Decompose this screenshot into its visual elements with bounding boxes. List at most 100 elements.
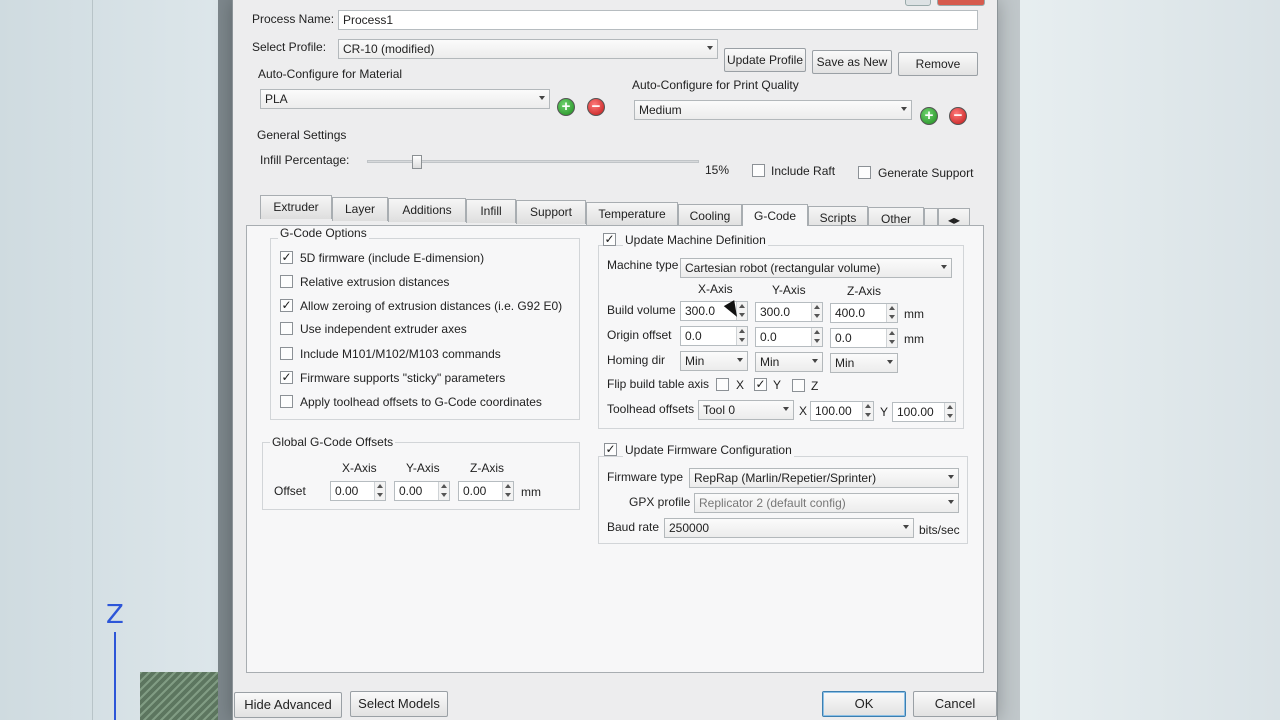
origin-offset-unit: mm: [904, 332, 924, 346]
cancel-button[interactable]: Cancel: [913, 691, 997, 717]
infill-percentage-label: Infill Percentage:: [260, 153, 350, 167]
chevron-down-icon: [539, 96, 545, 100]
offset-y-value: 0.00: [399, 484, 423, 498]
spinner-arrows-icon[interactable]: [811, 303, 822, 321]
update-profile-button[interactable]: Update Profile: [724, 48, 806, 72]
homing-x-value: Min: [685, 354, 705, 368]
offset-label: Offset: [274, 484, 306, 498]
include-raft-checkbox[interactable]: [752, 164, 765, 177]
offset-z-value: 0.00: [463, 484, 487, 498]
generate-support-checkbox[interactable]: [858, 166, 871, 179]
offset-y-axis-label: Y-Axis: [406, 461, 440, 475]
tool-x-input[interactable]: 100.00: [810, 401, 874, 421]
origin-y-input[interactable]: 0.0: [755, 327, 823, 347]
gpx-profile-value: Replicator 2 (default config): [699, 496, 846, 510]
machine-type-select[interactable]: Cartesian robot (rectangular volume): [680, 258, 952, 278]
tab-infill[interactable]: Infill: [466, 199, 516, 223]
spinner-arrows-icon[interactable]: [886, 304, 897, 322]
hide-advanced-button[interactable]: Hide Advanced: [234, 692, 342, 718]
offset-z-input[interactable]: 0.00: [458, 481, 514, 501]
spinner-arrows-icon[interactable]: [811, 328, 822, 346]
chevron-down-icon: [948, 500, 954, 504]
offset-z-axis-label: Z-Axis: [470, 461, 504, 475]
build-volume-z-input[interactable]: 400.0: [830, 303, 898, 323]
material-select[interactable]: PLA: [260, 89, 550, 109]
close-button[interactable]: [937, 0, 985, 6]
gcode-option-label: 5D firmware (include E-dimension): [300, 251, 485, 265]
homing-y-value: Min: [760, 355, 780, 369]
update-firmware-checkbox[interactable]: ✓: [604, 443, 617, 456]
quality-label: Auto-Configure for Print Quality: [632, 78, 799, 92]
origin-x-input[interactable]: 0.0: [680, 326, 748, 346]
spinner-arrows-icon[interactable]: [438, 482, 449, 500]
quality-select[interactable]: Medium: [634, 100, 912, 120]
profile-select[interactable]: CR-10 (modified): [338, 39, 718, 59]
baud-rate-label: Baud rate: [607, 520, 660, 534]
remove-material-button[interactable]: −: [587, 98, 605, 116]
tab-temperature[interactable]: Temperature: [586, 202, 678, 226]
build-volume-y-value: 300.0: [760, 305, 791, 319]
homing-x-select[interactable]: Min: [680, 351, 748, 371]
tab-gcode[interactable]: G-Code: [742, 204, 808, 226]
gpx-profile-label: GPX profile: [629, 495, 691, 509]
origin-x-value: 0.0: [685, 329, 702, 343]
spinner-arrows-icon[interactable]: [736, 327, 747, 345]
homing-z-value: Min: [835, 356, 855, 370]
chevron-down-icon: [901, 107, 907, 111]
window-frame-right: [998, 0, 1020, 720]
build-volume-y-input[interactable]: 300.0: [755, 302, 823, 322]
gcode-option-checkbox[interactable]: ✓: [280, 251, 293, 264]
gcode-option-checkbox[interactable]: [280, 322, 293, 335]
build-volume-x-value: 300.0: [685, 304, 716, 318]
homing-y-select[interactable]: Min: [755, 352, 823, 372]
offset-x-axis-label: X-Axis: [342, 461, 377, 475]
update-machine-checkbox[interactable]: ✓: [603, 233, 616, 246]
baud-rate-select[interactable]: 250000: [664, 518, 914, 538]
spinner-arrows-icon[interactable]: [502, 482, 513, 500]
select-models-button[interactable]: Select Models: [350, 691, 448, 717]
machine-z-axis-label: Z-Axis: [847, 284, 881, 298]
minimize-button[interactable]: [905, 0, 931, 6]
window-frame-left: [218, 0, 232, 720]
gcode-option-checkbox[interactable]: [280, 275, 293, 288]
spinner-arrows-icon[interactable]: [374, 482, 385, 500]
gpx-profile-select[interactable]: Replicator 2 (default config): [694, 493, 959, 513]
offset-y-input[interactable]: 0.00: [394, 481, 450, 501]
offset-unit: mm: [521, 485, 541, 499]
chevron-down-icon: [903, 525, 909, 529]
tool-y-input[interactable]: 100.00: [892, 402, 956, 422]
spinner-arrows-icon[interactable]: [944, 403, 955, 421]
spinner-arrows-icon[interactable]: [886, 329, 897, 347]
flip-z-checkbox[interactable]: [792, 379, 805, 392]
gcode-option-checkbox[interactable]: [280, 347, 293, 360]
tab-extruder[interactable]: Extruder: [260, 195, 332, 219]
material-label: Auto-Configure for Material: [258, 67, 403, 81]
baud-rate-value: 250000: [669, 521, 710, 535]
remove-profile-button[interactable]: Remove: [898, 52, 978, 76]
gcode-option-checkbox[interactable]: [280, 395, 293, 408]
remove-quality-button[interactable]: −: [949, 107, 967, 125]
homing-z-select[interactable]: Min: [830, 353, 898, 373]
machine-type-label: Machine type: [607, 258, 679, 272]
flip-x-checkbox[interactable]: [716, 378, 729, 391]
firmware-type-select[interactable]: RepRap (Marlin/Repetier/Sprinter): [689, 468, 959, 488]
add-material-button[interactable]: +: [557, 98, 575, 116]
flip-y-checkbox[interactable]: ✓: [754, 378, 767, 391]
gcode-option-checkbox[interactable]: ✓: [280, 371, 293, 384]
tab-layer[interactable]: Layer: [332, 197, 388, 221]
origin-z-input[interactable]: 0.0: [830, 328, 898, 348]
flip-y-label: Y: [773, 378, 782, 392]
infill-slider-handle[interactable]: [411, 155, 422, 169]
add-quality-button[interactable]: +: [920, 107, 938, 125]
tab-support[interactable]: Support: [516, 200, 586, 224]
tab-additions[interactable]: Additions: [388, 198, 466, 222]
spinner-arrows-icon[interactable]: [862, 402, 873, 420]
tool-select[interactable]: Tool 0: [698, 400, 794, 420]
offset-x-input[interactable]: 0.00: [330, 481, 386, 501]
ok-button[interactable]: OK: [822, 691, 906, 717]
save-as-new-button[interactable]: Save as New: [812, 50, 892, 74]
process-name-input[interactable]: Process1: [338, 10, 978, 30]
machine-type-value: Cartesian robot (rectangular volume): [685, 261, 881, 275]
gcode-option-checkbox[interactable]: ✓: [280, 299, 293, 312]
general-settings-label: General Settings: [257, 128, 347, 142]
